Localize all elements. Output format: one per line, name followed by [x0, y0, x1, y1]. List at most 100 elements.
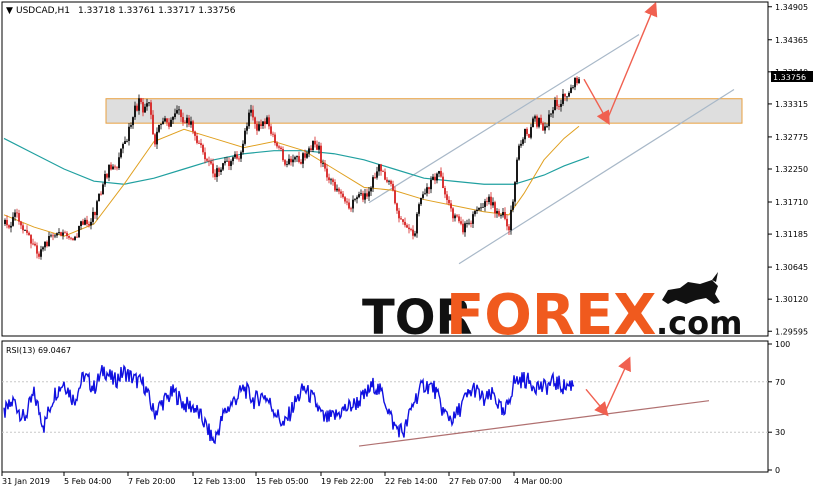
candle-body	[346, 201, 348, 203]
price-tick-label: 1.34905	[775, 3, 808, 12]
rsi-series-line	[3, 364, 575, 445]
candle-body	[384, 171, 386, 180]
candle-body	[556, 99, 558, 107]
candle-body	[50, 235, 52, 237]
price-tick-label: 1.31185	[775, 230, 808, 239]
candle-body	[146, 103, 148, 107]
candle-body	[430, 179, 432, 190]
candle-body	[386, 179, 388, 182]
candle-body	[98, 193, 100, 202]
header-arrow-icon[interactable]: ▼	[6, 6, 13, 16]
candle-body	[374, 177, 376, 178]
candle-body	[408, 227, 410, 230]
rsi-tick-label: 100	[775, 340, 790, 349]
candle-body	[214, 173, 216, 178]
candle-body	[312, 140, 314, 150]
time-axis: 31 Jan 2019 5 Feb 04:00 7 Feb 20:00 12 Feb …	[1, 472, 562, 486]
candle-body	[558, 106, 560, 107]
rsi-tick-label: 70	[775, 378, 785, 387]
candle-body	[160, 124, 162, 125]
ma-slow-line	[3, 137, 590, 185]
candle-body	[436, 173, 438, 181]
candle-body	[132, 117, 134, 126]
candle-body	[200, 143, 202, 145]
candle-body	[28, 232, 30, 236]
price-y-axis: 1.34905 1.34365 1.33840 1.33315 1.32775 1.322…	[768, 3, 808, 336]
candle-body	[208, 160, 210, 162]
candle-body	[508, 226, 510, 231]
bull-logo-icon	[662, 272, 720, 304]
candle-body	[566, 96, 568, 98]
candle-body	[478, 207, 480, 210]
candle-body	[136, 105, 138, 111]
candle-body	[344, 197, 346, 202]
candle-body	[504, 211, 506, 219]
candle-body	[268, 117, 270, 127]
candle-body	[234, 154, 236, 158]
time-tick-label: 12 Feb 13:00	[193, 477, 245, 486]
candle-body	[180, 109, 182, 118]
candle-body	[376, 171, 378, 178]
moving-averages	[3, 125, 590, 237]
candle-body	[26, 230, 28, 233]
candle-body	[238, 158, 240, 160]
candle-body	[30, 235, 32, 244]
candle-body	[34, 243, 36, 246]
candle-body	[68, 236, 70, 238]
candle-body	[188, 117, 190, 125]
candle-body	[6, 219, 8, 226]
candle-body	[458, 216, 460, 222]
candle-body	[182, 117, 184, 123]
candle-body	[178, 109, 180, 111]
candle-body	[280, 147, 282, 150]
time-tick-label: 5 Feb 04:00	[64, 477, 111, 486]
candle-body	[142, 102, 144, 113]
candle-body	[80, 221, 82, 227]
candle-body	[100, 193, 102, 195]
candle-body	[546, 126, 548, 128]
candle-body	[32, 243, 34, 245]
candle-body	[502, 211, 504, 216]
candle-body	[336, 188, 338, 191]
candle-body	[222, 163, 224, 170]
time-tick-label: 27 Feb 07:00	[449, 477, 501, 486]
candle-body	[522, 139, 524, 144]
candle-body	[274, 134, 276, 144]
candle-body	[232, 157, 234, 162]
candle-body	[340, 191, 342, 194]
candle-body	[144, 106, 146, 113]
candle-body	[510, 209, 512, 231]
candle-body	[86, 219, 88, 225]
ma-fast-line	[3, 125, 580, 237]
candle-body	[310, 148, 312, 150]
candle-body	[240, 152, 242, 159]
candle-body	[272, 133, 274, 135]
candle-body	[462, 223, 464, 233]
candle-body	[56, 233, 58, 236]
candle-body	[246, 126, 248, 131]
candle-body	[542, 123, 544, 131]
candle-body	[396, 203, 398, 211]
candle-body	[450, 203, 452, 209]
candle-body	[328, 177, 330, 181]
price-chart[interactable]: TOR FOREX .com ▼ USDCAD,H1 1.33718 1.337…	[0, 0, 815, 491]
candle-body	[292, 159, 294, 163]
candle-body	[298, 156, 300, 162]
candle-body	[42, 247, 44, 250]
candle-body	[506, 218, 508, 227]
candle-body	[528, 134, 530, 138]
candle-body	[356, 197, 358, 200]
candle-body	[150, 102, 152, 115]
candle-body	[110, 164, 112, 170]
candle-body	[304, 153, 306, 158]
candle-body	[230, 161, 232, 166]
candle-body	[536, 116, 538, 127]
candle-body	[170, 119, 172, 127]
candle-body	[334, 181, 336, 191]
candle-body	[372, 177, 374, 188]
candle-body	[124, 141, 126, 144]
rsi-line	[3, 356, 710, 447]
candle-body	[540, 117, 542, 124]
candle-body	[288, 158, 290, 165]
price-tick-label: 1.33315	[775, 100, 808, 109]
